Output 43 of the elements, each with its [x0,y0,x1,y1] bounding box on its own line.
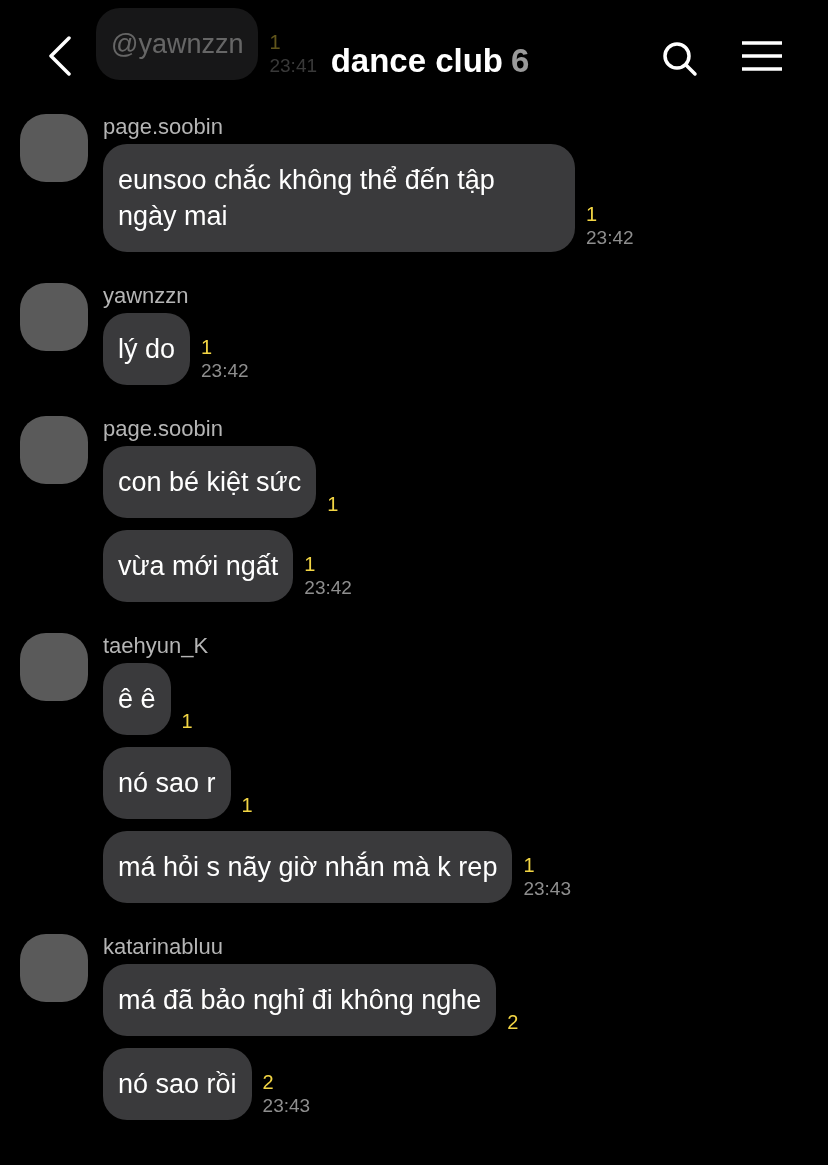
unread-count: 1 [523,853,535,877]
sender-name: yawnzzn [103,283,190,309]
message-bubble: má đã bảo nghỉ đi không nghe [103,964,497,1036]
message-time: 23:43 [262,1094,311,1118]
sender-name: katarinabluu [103,934,224,960]
message-bubble: nó sao r [103,747,231,819]
unread-count: 1 [181,709,193,733]
message-bubble: nó sao rồi [103,1048,252,1120]
menu-button[interactable] [740,38,784,74]
sender-name: taehyun_K [103,633,210,659]
message-bubble: má hỏi s nãy giờ nhắn mà k rep [103,831,513,903]
avatar-photo[interactable] [20,283,88,351]
back-icon [48,36,72,76]
member-count: 6 [511,41,530,81]
sender-name: page.soobin [103,114,224,140]
message-time: 23:42 [201,359,249,383]
message-time: 23:41 [269,54,317,78]
avatar-photo[interactable] [20,934,88,1002]
message-time: 23:42 [586,226,634,250]
unread-count: 1 [304,552,316,576]
avatar-photo[interactable] [20,416,88,484]
menu-icon [741,41,783,71]
message-time: 23:43 [523,877,571,901]
unread-count: 1 [201,335,213,359]
unread-count: 1 [327,492,339,516]
unread-count: 1 [241,793,253,817]
search-button[interactable] [660,39,700,79]
message-bubble: @yawnzzn [96,8,259,80]
message-bubble: lý do [103,313,191,385]
sender-name: page.soobin [103,416,224,442]
avatar-photo[interactable] [20,633,88,701]
avatar-photo[interactable] [20,114,88,182]
unread-count: 2 [507,1010,519,1034]
search-icon [662,41,698,77]
message-time: 23:42 [304,576,352,600]
unread-count: 1 [269,30,281,54]
unread-count: 2 [262,1070,274,1094]
chat-title: dance club [330,41,503,81]
unread-count: 1 [586,202,598,226]
message-bubble: vừa mới ngất [103,530,294,602]
message-bubble: ê ê [103,663,171,735]
message-bubble: con bé kiệt sức [103,446,317,518]
message-bubble: eunsoo chắc không thể đến tập ngày mai [103,144,575,252]
